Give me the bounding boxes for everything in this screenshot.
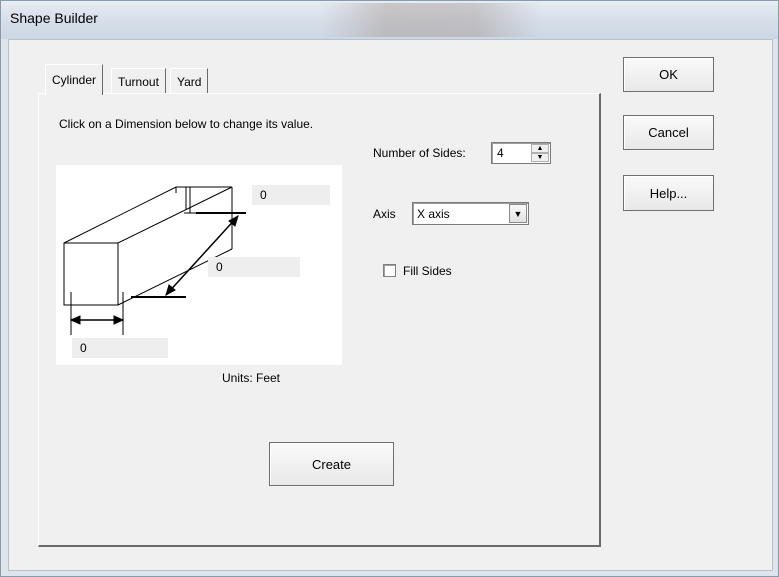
window-title: Shape Builder xyxy=(10,10,98,26)
tab-turnout[interactable]: Turnout xyxy=(111,68,166,94)
box-top-face xyxy=(63,186,233,244)
instructions-text: Click on a Dimension below to change its… xyxy=(59,117,314,131)
tab-turnout-label: Turnout xyxy=(118,74,159,89)
cancel-button[interactable]: Cancel xyxy=(623,115,714,150)
width-dimension-field[interactable]: 0 xyxy=(72,338,168,358)
spinner-up-icon[interactable]: ▲ xyxy=(531,144,549,153)
ok-button[interactable]: OK xyxy=(623,57,714,92)
tab-yard[interactable]: Yard xyxy=(170,68,209,94)
fill-sides-label: Fill Sides xyxy=(403,264,452,278)
number-of-sides-spinner[interactable]: 4 ▲ ▼ xyxy=(491,142,551,164)
title-bar-blur xyxy=(321,3,541,37)
height-dimension-field[interactable]: 0 xyxy=(252,185,330,205)
axis-label: Axis xyxy=(373,207,396,221)
spinner-arrows: ▲ ▼ xyxy=(531,144,549,162)
help-button[interactable]: Help... xyxy=(623,175,714,211)
create-button[interactable]: Create xyxy=(269,442,394,486)
tab-yard-label: Yard xyxy=(177,74,202,89)
tab-cylinder[interactable]: Cylinder xyxy=(45,64,104,95)
spinner-down-icon[interactable]: ▼ xyxy=(531,153,549,162)
title-bar: Shape Builder xyxy=(1,1,778,39)
axis-select-value: X axis xyxy=(417,207,450,221)
fill-sides-checkbox[interactable] xyxy=(383,264,396,277)
units-label: Units: Feet xyxy=(222,371,281,385)
number-of-sides-label: Number of Sides: xyxy=(373,146,466,160)
axis-select[interactable]: X axis ▼ xyxy=(412,202,529,225)
number-of-sides-value: 4 xyxy=(497,146,504,160)
box-front-face xyxy=(63,242,119,306)
length-dimension-field[interactable]: 0 xyxy=(208,257,300,277)
tab-cylinder-label: Cylinder xyxy=(52,73,97,87)
chevron-down-icon[interactable]: ▼ xyxy=(509,204,527,223)
cylinder-diagram: 0 0 0 xyxy=(56,165,342,365)
